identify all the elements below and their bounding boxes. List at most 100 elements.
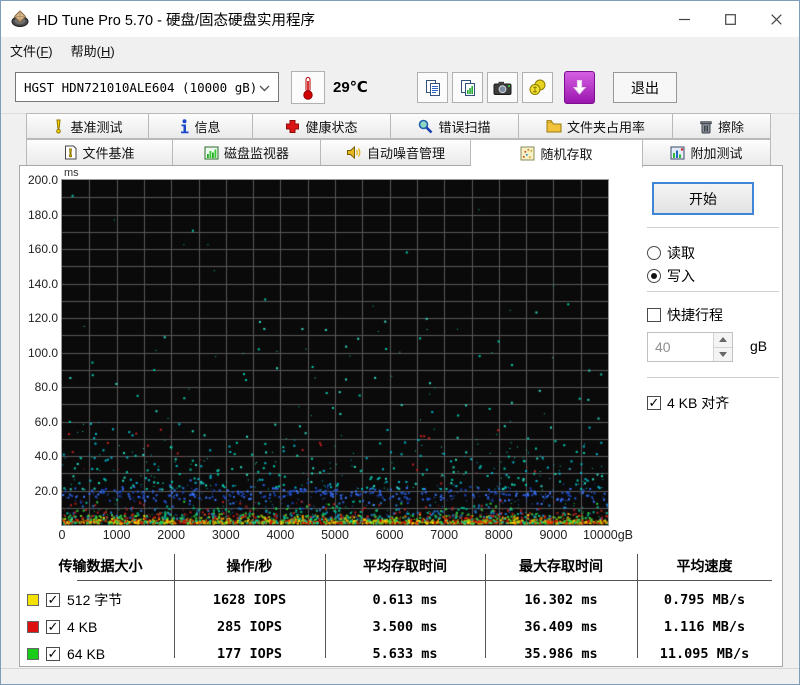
exclamation-icon (52, 119, 65, 134)
extra-tests-icon (670, 146, 685, 160)
tab-file-benchmark[interactable]: 文件基准 (26, 139, 173, 166)
start-button[interactable]: 开始 (652, 182, 754, 215)
radio-icon-read (647, 246, 661, 260)
tab-disk-monitor[interactable]: 磁盘监视器 (173, 139, 321, 166)
menu-bar: 文件(F) 帮助(H) (1, 37, 799, 63)
short-stroke-checkbox[interactable]: 快捷行程 (647, 306, 723, 324)
hd-tune-window: HD Tune Pro 5.70 - 硬盘/固态硬盘实用程序 文件(F) 帮助(… (0, 0, 800, 685)
minimize-button[interactable] (661, 1, 707, 37)
radio-icon-write (647, 269, 661, 283)
copy-image-button[interactable] (452, 72, 483, 103)
header-underline (77, 580, 772, 581)
scatter-icon (520, 146, 535, 161)
random-access-plot (61, 179, 609, 526)
col-header-transfer-size: 传输数据大小 (27, 556, 174, 576)
spinner-down-button[interactable] (714, 347, 732, 362)
table-row-64kb-label[interactable]: ✓ 64 KB (27, 644, 105, 664)
money-icon (528, 79, 547, 96)
results-table: 传输数据大小 操作/秒 平均存取时间 最大存取时间 平均速度 ✓ 512 字节 … (27, 554, 772, 664)
chevron-down-icon (259, 80, 270, 95)
tab-info[interactable]: 信息 (149, 113, 253, 139)
separator (647, 291, 779, 292)
info-icon (180, 119, 189, 134)
folder-icon (546, 119, 562, 133)
screenshot-button[interactable] (487, 72, 518, 103)
checkbox-icon-4kb[interactable]: ✓ (46, 620, 60, 634)
drive-select-dropdown[interactable]: HGST HDN721010ALE604 (10000 gB) (15, 72, 279, 102)
align-checkbox[interactable]: ✓ 4 KB 对齐 (647, 394, 729, 412)
pro-features-button[interactable] (522, 72, 553, 103)
tab-erase[interactable]: 擦除 (673, 113, 771, 139)
x-tick-label: 10000gB (573, 528, 643, 542)
write-radio[interactable]: 写入 (647, 267, 695, 285)
download-arrow-icon (572, 79, 587, 96)
y-tick-label: 80.0 (22, 380, 58, 394)
tab-error-scan[interactable]: 错误扫描 (391, 113, 519, 139)
legend-square-64kb (27, 648, 39, 660)
title-bar: HD Tune Pro 5.70 - 硬盘/固态硬盘实用程序 (1, 1, 799, 37)
read-radio[interactable]: 读取 (647, 244, 695, 262)
close-button[interactable] (753, 1, 799, 37)
menu-help[interactable]: 帮助(H) (62, 37, 124, 64)
legend-square-512b (27, 594, 39, 606)
temperature-value: 29℃ (333, 78, 368, 96)
table-row-4kb-label[interactable]: ✓ 4 KB (27, 617, 97, 637)
short-stroke-spinner[interactable]: 40 (647, 332, 733, 362)
maximize-button[interactable] (707, 1, 753, 37)
screenshot-camera-icon (493, 80, 512, 96)
tab-benchmark[interactable]: 基准测试 (26, 113, 149, 139)
separator (647, 227, 779, 228)
tab-health[interactable]: 健康状态 (253, 113, 391, 139)
col-header-ops: 操作/秒 (174, 556, 325, 576)
spinner-up-button[interactable] (714, 333, 732, 347)
value-max-access-512b: 16.302 ms (485, 590, 637, 610)
copy-report-icon (424, 79, 442, 97)
y-tick-label: 100.0 (22, 346, 58, 360)
y-tick-label: 140.0 (22, 277, 58, 291)
y-tick-label: 60.0 (22, 415, 58, 429)
y-tick-label: 120.0 (22, 311, 58, 325)
value-iops-64kb: 177 IOPS (174, 644, 325, 664)
checkbox-icon-512b[interactable]: ✓ (46, 593, 60, 607)
col-header-max-access: 最大存取时间 (485, 556, 637, 576)
window-title: HD Tune Pro 5.70 - 硬盘/固态硬盘实用程序 (37, 9, 315, 30)
col-header-avg-access: 平均存取时间 (325, 556, 485, 576)
y-tick-label: 160.0 (22, 242, 58, 256)
trash-icon (699, 119, 713, 134)
x-axis-labels: 0100020003000400050006000700080009000100… (20, 528, 720, 544)
y-axis-unit: ms (64, 167, 79, 179)
checkbox-icon-align: ✓ (647, 396, 661, 410)
drive-select-value: HGST HDN721010ALE604 (10000 gB) (24, 80, 257, 95)
save-results-button[interactable] (564, 71, 595, 104)
tab-row-2: 文件基准 磁盘监视器 自动噪音管理 随机存取 附加测试 (26, 139, 771, 166)
short-stroke-unit: gB (750, 338, 767, 354)
tab-row-1: 基准测试 信息 健康状态 错误扫描 文件夹占用率 擦除 (26, 113, 771, 139)
health-cross-icon (285, 119, 300, 134)
random-access-panel: ms 200.0 180.0 160.0 140.0 120.0 100.0 80.0 60.… (19, 165, 783, 667)
y-axis-labels: 200.0 180.0 160.0 140.0 120.0 100.0 80.0 60.0 40… (22, 166, 58, 526)
separator (647, 377, 779, 378)
value-avg-speed-4kb: 1.116 MB/s (637, 617, 772, 637)
value-max-access-4kb: 36.409 ms (485, 617, 637, 637)
tab-folder-usage[interactable]: 文件夹占用率 (519, 113, 673, 139)
value-avg-access-512b: 0.613 ms (325, 590, 485, 610)
checkbox-icon-64kb[interactable]: ✓ (46, 647, 60, 661)
y-tick-label: 200.0 (22, 173, 58, 187)
value-avg-access-64kb: 5.633 ms (325, 644, 485, 664)
tab-random-access[interactable]: 随机存取 (471, 139, 643, 168)
copy-report-button[interactable] (417, 72, 448, 103)
y-tick-label: 40.0 (22, 449, 58, 463)
value-avg-speed-64kb: 11.095 MB/s (637, 644, 772, 664)
y-tick-label: 180.0 (22, 208, 58, 222)
value-iops-4kb: 285 IOPS (174, 617, 325, 637)
table-row-512b-label[interactable]: ✓ 512 字节 (27, 590, 122, 610)
thermometer-icon (301, 76, 315, 100)
copy-image-icon (459, 79, 477, 97)
value-avg-access-4kb: 3.500 ms (325, 617, 485, 637)
tab-extra-tests[interactable]: 附加测试 (643, 139, 771, 166)
app-icon (11, 10, 29, 28)
temperature-button[interactable] (291, 71, 325, 104)
tab-aam[interactable]: 自动噪音管理 (321, 139, 471, 166)
menu-file[interactable]: 文件(F) (1, 37, 62, 64)
exit-button[interactable]: 退出 (613, 72, 677, 103)
